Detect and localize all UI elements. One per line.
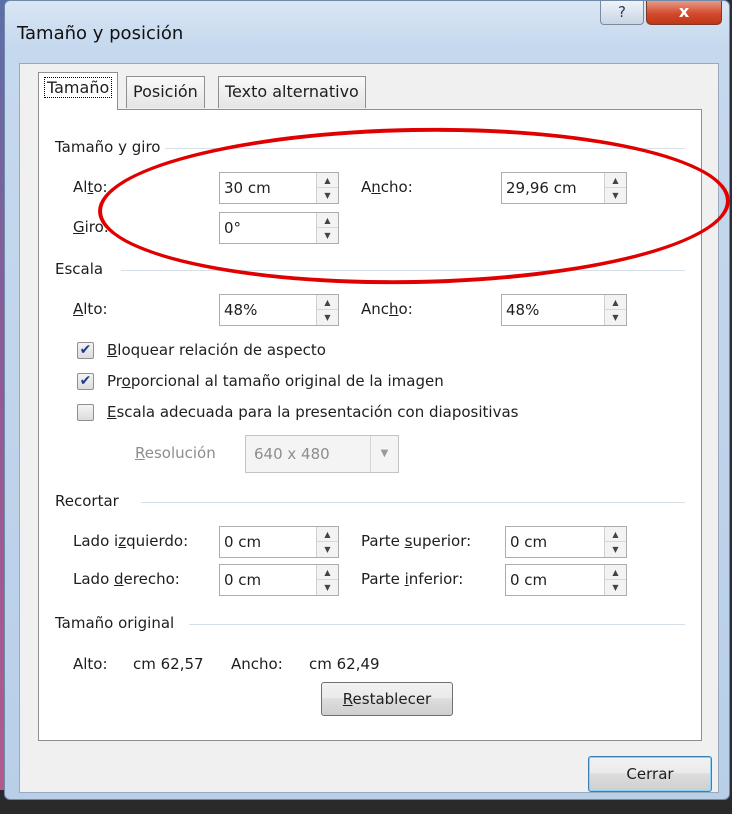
spin-up-icon[interactable]: ▲ [317, 295, 338, 310]
spin-down-icon[interactable]: ▼ [317, 310, 338, 325]
crop-left-label: Lado izquierdo: [73, 532, 189, 550]
spin-arrows[interactable]: ▲ ▼ [316, 527, 338, 557]
scale-width-stepper[interactable]: 48% ▲ ▼ [501, 294, 627, 326]
spin-up-icon[interactable]: ▲ [605, 565, 626, 580]
section-divider [121, 270, 685, 271]
scale-width-value: 48% [506, 301, 540, 319]
size-height-label: Alto: [73, 178, 108, 196]
tab-size[interactable]: Tamaño [38, 72, 119, 110]
best-scale-label: Escala adecuada para la presentación con… [107, 403, 519, 421]
spin-down-icon[interactable]: ▼ [317, 542, 338, 557]
spin-down-icon[interactable]: ▼ [605, 188, 626, 203]
dialog-client: Tamaño Posición Texto alternativo Tamaño… [19, 63, 719, 793]
tab-size-label: Tamaño [43, 77, 113, 98]
spin-arrows[interactable]: ▲ ▼ [316, 213, 338, 243]
lock-aspect-label: Bloquear relación de aspecto [107, 341, 326, 359]
spin-down-icon[interactable]: ▼ [317, 228, 338, 243]
crop-bottom-label: Parte inferior: [361, 570, 464, 588]
crop-right-label: Lado derecho: [73, 570, 180, 588]
scale-heading: Escala [55, 260, 104, 278]
relative-original-label: Proporcional al tamaño original de la im… [107, 372, 444, 390]
spin-arrows[interactable]: ▲ ▼ [316, 295, 338, 325]
spin-down-icon[interactable]: ▼ [605, 580, 626, 595]
crop-top-value: 0 cm [510, 533, 548, 551]
scale-height-value: 48% [224, 301, 258, 319]
spin-arrows[interactable]: ▲ ▼ [316, 173, 338, 203]
rotation-stepper[interactable]: 0° ▲ ▼ [219, 212, 339, 244]
resolution-value: 640 x 480 [254, 445, 330, 463]
section-divider [141, 502, 685, 503]
size-width-label: Ancho: [361, 178, 413, 196]
original-width-label: Ancho: [231, 655, 283, 673]
original-height-value: cm 62,57 [133, 655, 204, 673]
help-button[interactable]: ? [600, 1, 644, 25]
dialog-window: Tamaño y posición ? x Tamaño Posición Te… [4, 0, 730, 800]
close-button[interactable]: Cerrar [588, 756, 712, 792]
crop-left-stepper[interactable]: 0 cm ▲ ▼ [219, 526, 339, 558]
spin-down-icon[interactable]: ▼ [605, 542, 626, 557]
relative-original-checkbox[interactable]: ✔ [77, 373, 94, 390]
reset-button[interactable]: Restablecer [321, 682, 453, 716]
rotation-label: Giro: [73, 218, 109, 236]
spin-up-icon[interactable]: ▲ [317, 565, 338, 580]
lock-aspect-checkbox[interactable]: ✔ [77, 342, 94, 359]
original-size-heading: Tamaño original [55, 614, 175, 632]
size-rotation-heading: Tamaño y giro [55, 138, 161, 156]
tab-panel-size: Tamaño y giro Alto: 30 cm ▲ ▼ Ancho: 29,9… [38, 109, 702, 741]
resolution-label: Resolución [135, 444, 216, 462]
section-divider [189, 624, 685, 625]
best-scale-checkbox[interactable] [77, 404, 94, 421]
spin-up-icon[interactable]: ▲ [605, 173, 626, 188]
dialog-title: Tamaño y posición [17, 23, 184, 44]
crop-top-label: Parte superior: [361, 532, 472, 550]
spin-down-icon[interactable]: ▼ [605, 310, 626, 325]
chevron-down-icon[interactable]: ▼ [370, 436, 398, 472]
spin-arrows[interactable]: ▲ ▼ [316, 565, 338, 595]
spin-up-icon[interactable]: ▲ [317, 173, 338, 188]
spin-up-icon[interactable]: ▲ [605, 527, 626, 542]
spin-up-icon[interactable]: ▲ [317, 527, 338, 542]
rotation-value: 0° [224, 219, 242, 237]
size-height-value: 30 cm [224, 179, 271, 197]
spin-up-icon[interactable]: ▲ [605, 295, 626, 310]
scale-height-stepper[interactable]: 48% ▲ ▼ [219, 294, 339, 326]
spin-arrows[interactable]: ▲ ▼ [604, 295, 626, 325]
crop-right-value: 0 cm [224, 571, 262, 589]
spin-arrows[interactable]: ▲ ▼ [604, 527, 626, 557]
crop-bottom-stepper[interactable]: 0 cm ▲ ▼ [505, 564, 627, 596]
size-width-value: 29,96 cm [506, 179, 577, 197]
crop-heading: Recortar [55, 492, 119, 510]
crop-top-stepper[interactable]: 0 cm ▲ ▼ [505, 526, 627, 558]
spin-down-icon[interactable]: ▼ [317, 188, 338, 203]
tab-position[interactable]: Posición [126, 76, 205, 108]
crop-left-value: 0 cm [224, 533, 262, 551]
close-window-button[interactable]: x [646, 1, 722, 25]
original-height-label: Alto: [73, 655, 108, 673]
spin-up-icon[interactable]: ▲ [317, 213, 338, 228]
tab-alt-text[interactable]: Texto alternativo [218, 76, 366, 108]
size-height-stepper[interactable]: 30 cm ▲ ▼ [219, 172, 339, 204]
spin-arrows[interactable]: ▲ ▼ [604, 565, 626, 595]
crop-right-stepper[interactable]: 0 cm ▲ ▼ [219, 564, 339, 596]
scale-width-label: Ancho: [361, 300, 413, 318]
scale-height-label: Alto: [73, 300, 108, 318]
spin-down-icon[interactable]: ▼ [317, 580, 338, 595]
size-width-stepper[interactable]: 29,96 cm ▲ ▼ [501, 172, 627, 204]
original-width-value: cm 62,49 [309, 655, 380, 673]
crop-bottom-value: 0 cm [510, 571, 548, 589]
resolution-select[interactable]: 640 x 480 ▼ [245, 435, 399, 473]
section-divider [165, 148, 685, 149]
spin-arrows[interactable]: ▲ ▼ [604, 173, 626, 203]
